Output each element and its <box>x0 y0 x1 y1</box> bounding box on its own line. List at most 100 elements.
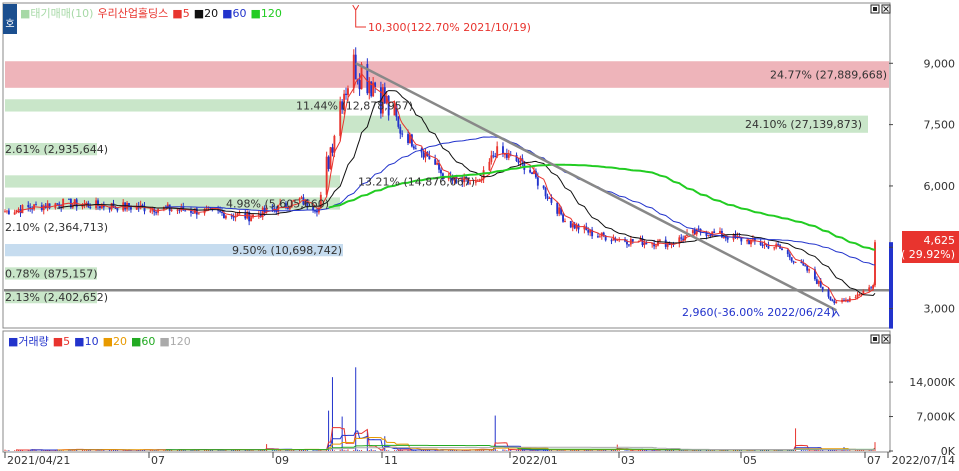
candle-body <box>474 181 477 183</box>
date-tick-label: 03 <box>621 454 635 467</box>
candle-body <box>562 214 564 222</box>
low-annotation: 2,960(-36.00% 2022/06/24) <box>682 306 840 319</box>
candle-body <box>722 237 725 239</box>
legend-item: ■태기매매(10) <box>20 7 93 20</box>
candle-body <box>424 152 427 158</box>
candle-body <box>21 205 24 214</box>
candle-body <box>726 237 729 240</box>
band-label-5: 4.98% (5,605,660) <box>226 198 329 211</box>
candle-body <box>655 245 657 247</box>
date-tick-label: 07 <box>867 454 881 467</box>
panel-maximize-icon-inner <box>873 7 877 11</box>
candle-body <box>192 212 194 214</box>
candle-body <box>492 155 495 157</box>
high-label: 10,300(122.70% 2021/10/19) <box>368 21 531 34</box>
candle-body <box>219 210 222 212</box>
candle-body <box>746 240 749 242</box>
band-label-7: 9.50% (10,698,742) <box>232 244 342 257</box>
candle-body <box>434 159 437 165</box>
candle-body <box>817 280 820 284</box>
candle-body <box>835 301 838 304</box>
volume-panel-frame <box>2 330 891 453</box>
band-label-3: 2.61% (2,935,644) <box>5 143 108 156</box>
candle-body <box>130 207 132 210</box>
band-label-2: 11.44% (12,878,957) <box>296 99 413 112</box>
candle-body <box>42 205 45 211</box>
date-tick-label: 2022/01 <box>512 454 558 467</box>
date-tick-label: 11 <box>384 454 398 467</box>
candle-body <box>719 230 721 234</box>
legend-item: ■60 <box>222 7 246 20</box>
candle-body <box>544 188 547 197</box>
candle-body <box>316 210 318 213</box>
candle-body <box>829 296 832 301</box>
candle-body <box>505 153 508 158</box>
volume-maximize-icon-inner <box>873 337 877 341</box>
candle-body <box>542 185 545 189</box>
candle-body <box>184 210 187 212</box>
price-tick-label: 9,000 <box>924 57 956 70</box>
candle-body <box>7 210 10 215</box>
candle-body <box>488 161 491 171</box>
candle-body <box>407 134 409 144</box>
candle-body <box>631 239 634 242</box>
candle-body <box>536 177 539 186</box>
candle-body <box>691 230 694 233</box>
candle-body <box>761 244 764 246</box>
candle-body <box>550 197 553 203</box>
candle-body <box>149 210 152 212</box>
candle-body <box>831 300 834 302</box>
candle-body <box>62 198 65 208</box>
candle-body <box>250 217 253 222</box>
candle-body <box>548 197 551 199</box>
candle-body <box>224 215 227 219</box>
candle-body <box>777 244 780 246</box>
candle-body <box>531 172 533 175</box>
candle-body <box>358 80 361 90</box>
stock-chart-svg: 24.77% (27,889,668) 24.10% (27,139,873) 11… <box>0 0 959 467</box>
candle-body <box>205 208 208 210</box>
candle-body <box>658 239 661 241</box>
candle-body <box>478 179 481 181</box>
candle-body <box>827 289 830 297</box>
candle-body <box>503 153 506 155</box>
candle-body <box>178 209 181 211</box>
legend-item: ■20 <box>194 7 218 20</box>
legend-item: ■거래량 <box>8 335 49 348</box>
candle-body <box>748 240 750 245</box>
band-label-4: 13.21% (14,876,067) <box>358 175 475 188</box>
last-price-change: ( 29.92%) <box>901 248 955 261</box>
band-label-8: 0.78% (875,157) <box>5 267 98 280</box>
candle-body <box>314 210 316 212</box>
candle-body <box>627 244 630 246</box>
candle-body <box>709 235 712 237</box>
band-2 <box>5 99 340 112</box>
candle-body <box>868 287 871 291</box>
legend-item: ■5 <box>172 7 189 20</box>
candle-body <box>529 169 532 173</box>
price-tick-label: 6,000 <box>924 180 956 193</box>
price-tick-label: 7,500 <box>924 119 956 132</box>
candle-body <box>517 161 520 163</box>
candle-body <box>190 210 192 213</box>
candle-body <box>569 221 572 228</box>
band-label-6: 2.10% (2,364,713) <box>5 221 108 234</box>
candle-body <box>170 209 173 211</box>
candle-body <box>46 203 49 209</box>
candle-body <box>494 156 497 158</box>
candle-body <box>27 205 30 208</box>
candle-body <box>325 156 328 195</box>
last-price-marker <box>889 242 893 329</box>
candle-body <box>436 162 439 165</box>
price-tick-label: 3,000 <box>924 303 956 316</box>
price-panel-frame <box>2 2 891 329</box>
candle-body <box>490 155 493 162</box>
candle-body <box>397 116 400 127</box>
candle-body <box>238 213 241 215</box>
candle-body <box>610 240 613 242</box>
candle-body <box>56 203 59 205</box>
candle-body <box>4 211 6 213</box>
candle-body <box>794 261 797 263</box>
band-label-1: 24.10% (27,139,873) <box>745 118 862 131</box>
candle-body <box>773 247 776 249</box>
